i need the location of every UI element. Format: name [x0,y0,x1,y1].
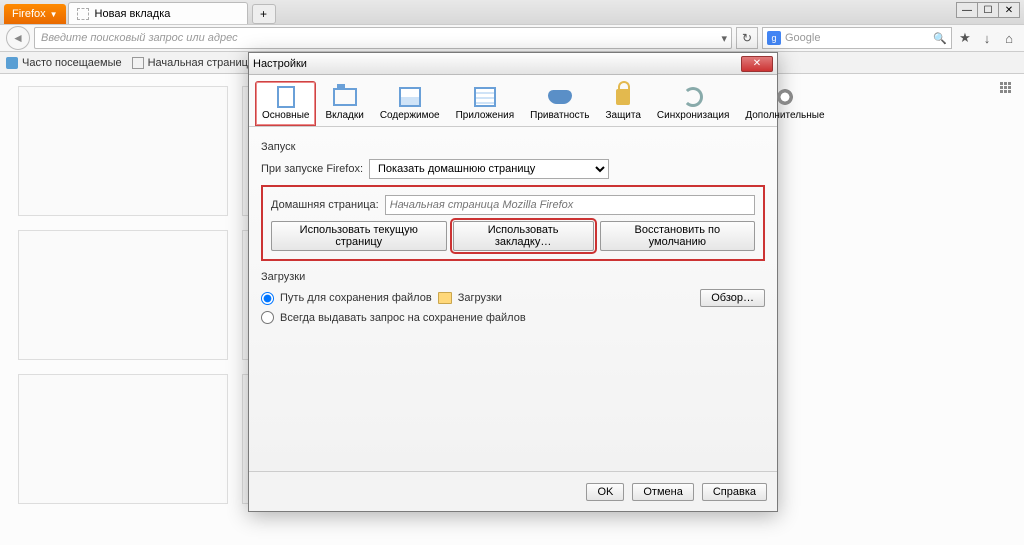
bookmark-start-page[interactable]: Начальная страница [132,57,254,69]
when-start-label: При запуске Firefox: [261,163,363,175]
dialog-footer: OK Отмена Справка [249,471,777,511]
tab-privacy-label: Приватность [530,110,589,121]
when-start-select[interactable]: Показать домашнюю страницу [369,159,609,179]
tab-content-label: Содержимое [380,110,440,121]
tab-advanced[interactable]: Дополнительные [738,81,831,126]
homepage-input[interactable] [385,195,755,215]
tab-general-label: Основные [262,110,309,121]
tab-bar: Firefox ▼ Новая вкладка + — ☐ ✕ [0,0,1024,24]
downloads-folder-name: Загрузки [458,292,502,304]
tab-content[interactable]: Содержимое [373,81,447,126]
tab-tabs-label: Вкладки [325,110,363,121]
tab-privacy[interactable]: Приватность [523,81,596,126]
sync-icon [679,86,707,108]
chevron-down-icon: ▼ [50,10,58,19]
dialog-titlebar[interactable]: Настройки ✕ [249,53,777,75]
most-visited-icon [6,57,18,69]
privacy-icon [546,86,574,108]
new-tab-button[interactable]: + [252,4,276,24]
homepage-label: Домашняя страница: [271,199,379,211]
start-page-icon [132,57,144,69]
bookmark-star-button[interactable]: ★ [956,29,974,47]
general-icon [272,86,300,108]
tab-applications-label: Приложения [456,110,515,121]
back-button[interactable]: ◄ [6,26,30,50]
window-minimize-button[interactable]: — [956,2,978,18]
save-to-folder-radio[interactable] [261,292,274,305]
tabs-icon [331,86,359,108]
tab-sync[interactable]: Синхронизация [650,81,736,126]
use-bookmark-button[interactable]: Использовать закладку… [453,221,594,251]
speed-dial-tile[interactable] [18,374,228,504]
window-maximize-button[interactable]: ☐ [977,2,999,18]
folder-icon [438,292,452,304]
tab-title: Новая вкладка [95,8,171,20]
homepage-group-highlight: Домашняя страница: Использовать текущую … [261,185,765,261]
window-close-button[interactable]: ✕ [998,2,1020,18]
bookmark-most-visited[interactable]: Часто посещаемые [6,57,122,69]
content-icon [396,86,424,108]
tab-advanced-label: Дополнительные [745,110,824,121]
url-placeholder: Введите поисковый запрос или адрес [41,32,238,44]
tab-sync-label: Синхронизация [657,110,729,121]
save-path-label: Путь для сохранения файлов [280,292,432,304]
tab-applications[interactable]: Приложения [449,81,522,126]
always-ask-label: Всегда выдавать запрос на сохранение фай… [280,312,526,324]
always-ask-radio[interactable] [261,311,274,324]
tab-security-label: Защита [605,110,640,121]
restore-default-button[interactable]: Восстановить по умолчанию [600,221,755,251]
startup-section-label: Запуск [261,141,765,153]
speed-dial-tile[interactable] [18,230,228,360]
settings-tab-strip: Основные Вкладки Содержимое Приложения П… [249,75,777,127]
search-engine-label: Google [785,32,820,44]
search-bar[interactable]: g Google 🔍 [762,27,952,49]
firefox-menu-label: Firefox [12,8,46,20]
tab-favicon-icon [77,8,89,20]
settings-dialog: Настройки ✕ Основные Вкладки Содержимое … [248,52,778,512]
help-button[interactable]: Справка [702,483,767,501]
start-page-label: Начальная страница [148,57,254,69]
tab-general[interactable]: Основные [255,81,316,126]
gear-icon [771,86,799,108]
browser-tab[interactable]: Новая вкладка [68,2,248,24]
tab-security[interactable]: Защита [598,81,647,126]
browse-button[interactable]: Обзор… [700,289,765,307]
url-dropdown-icon[interactable]: ▾ [721,32,727,45]
most-visited-label: Часто посещаемые [22,57,122,69]
dialog-title: Настройки [253,58,307,70]
use-current-page-button[interactable]: Использовать текущую страницу [271,221,447,251]
toggle-tiles-button[interactable] [1000,82,1014,96]
search-icon[interactable]: 🔍 [933,32,947,45]
speed-dial-tile[interactable] [18,86,228,216]
url-bar[interactable]: Введите поисковый запрос или адрес ▾ [34,27,732,49]
downloads-section-label: Загрузки [261,271,765,283]
settings-panel-general: Запуск При запуске Firefox: Показать дом… [249,127,777,471]
ok-button[interactable]: OK [586,483,624,501]
apps-icon [471,86,499,108]
cancel-button[interactable]: Отмена [632,483,693,501]
google-icon: g [767,31,781,45]
firefox-menu-button[interactable]: Firefox ▼ [4,4,66,24]
dialog-close-button[interactable]: ✕ [741,56,773,72]
downloads-button[interactable]: ↓ [978,29,996,47]
reload-button[interactable]: ↻ [736,27,758,49]
tab-tabs[interactable]: Вкладки [318,81,370,126]
home-button[interactable]: ⌂ [1000,29,1018,47]
security-icon [609,86,637,108]
nav-bar: ◄ Введите поисковый запрос или адрес ▾ ↻… [0,24,1024,52]
